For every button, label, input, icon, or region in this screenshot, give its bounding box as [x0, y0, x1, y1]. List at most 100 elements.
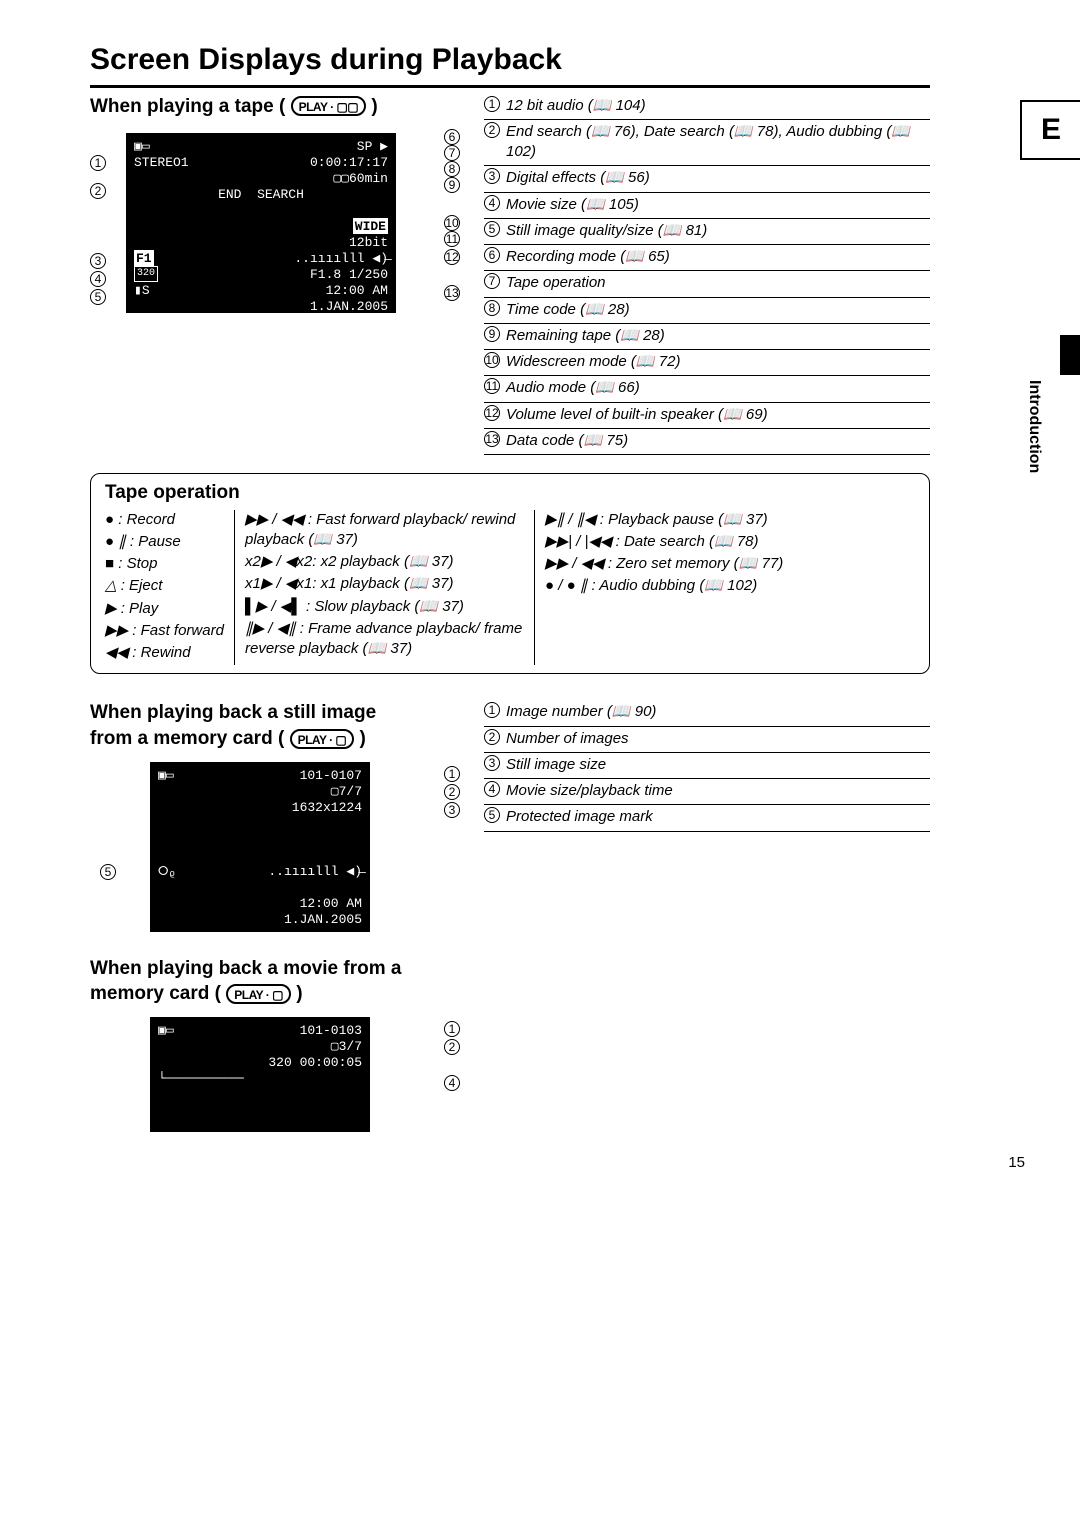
osd-icon: ▣▭	[158, 767, 174, 783]
def-num: 13	[484, 431, 500, 447]
still-playback-screen: ▣▭101-0107 ▢7/7 1632x1224 ⭘ᵨ..ıııılll ◀)…	[150, 762, 370, 932]
osd-wide: WIDE	[353, 218, 388, 234]
list-item: ● : Record	[105, 510, 226, 530]
def-num: 12	[484, 405, 500, 421]
list-item: ▶ : Play	[105, 599, 226, 619]
osd-end-search: END SEARCH	[218, 186, 304, 202]
sec1-heading: When playing a tape ( PLAY · ▢▢ )	[90, 94, 460, 120]
def-text: Audio mode (📖 66)	[506, 378, 930, 398]
def-text: Image number (📖 90)	[506, 702, 930, 722]
sec1-heading-suf: )	[371, 96, 377, 117]
osd-320: 320	[134, 266, 158, 282]
list-item: ■ : Stop	[105, 554, 226, 574]
play-tape-pill: PLAY · ▢▢	[291, 96, 367, 116]
callout-7: 7	[444, 145, 460, 161]
def-text: Digital effects (📖 56)	[506, 168, 930, 188]
list-item: ● ∥ : Pause	[105, 532, 226, 552]
tape-op-heading: Tape operation	[105, 480, 915, 506]
callout-5: 5	[90, 289, 106, 305]
osd-audio: STEREO1	[134, 154, 189, 170]
play-card-pill: PLAY · ▢	[290, 729, 355, 749]
def-text: 12 bit audio (📖 104)	[506, 96, 930, 116]
osd-date: 1.JAN.2005	[310, 298, 388, 314]
tape-operation-box: Tape operation ● : Record ● ∥ : Pause ■ …	[90, 473, 930, 674]
def-num: 4	[484, 195, 500, 211]
def-num: 3	[484, 168, 500, 184]
def-text: Widescreen mode (📖 72)	[506, 352, 930, 372]
osd-img-count: ▢7/7	[331, 783, 362, 799]
callout-13: 13	[444, 285, 460, 301]
list-item: ▶▶ : Fast forward	[105, 621, 226, 641]
page-title: Screen Displays during Playback	[90, 40, 930, 88]
callout-1: 1	[444, 766, 460, 782]
list-item: ▌▶ / ◀▌ : Slow playback (📖 37)	[245, 597, 524, 617]
sec2-heading-l1: When playing back a still image	[90, 700, 460, 726]
osd-progress: └──────────	[158, 1070, 244, 1086]
osd-volume: ..ıııılll ◀)̶	[294, 250, 388, 266]
def-num: 8	[484, 300, 500, 316]
callout-4: 4	[90, 271, 106, 287]
list-item: △ : Eject	[105, 576, 226, 596]
def-text: Still image size	[506, 755, 930, 775]
def-text: Tape operation	[506, 273, 930, 293]
list-item: ▶∥ / ∥◀ : Playback pause (📖 37)	[545, 510, 915, 530]
osd-time: 12:00 AM	[326, 282, 388, 298]
sec3-heading-l1: When playing back a movie from a	[90, 956, 460, 982]
osd-remaining: ▢▢60min	[333, 170, 388, 186]
def-text: Recording mode (📖 65)	[506, 247, 930, 267]
callout-2: 2	[444, 1039, 460, 1055]
tape-col-3: ▶∥ / ∥◀ : Playback pause (📖 37) ▶▶| / |◀…	[535, 510, 915, 666]
play-card-pill-2: PLAY · ▢	[226, 984, 291, 1004]
list-item: ▶▶ / ◀◀ : Zero set memory (📖 77)	[545, 554, 915, 574]
callout-5: 5	[100, 864, 116, 880]
language-marker: E	[1020, 100, 1080, 160]
osd-img-num: 101-0107	[300, 767, 362, 783]
tape-col-2: ▶▶ / ◀◀ : Fast forward playback/ rewind …	[235, 510, 535, 666]
def-num: 4	[484, 781, 500, 797]
callout-6: 6	[444, 129, 460, 145]
list-item: x1▶ / ◀x1: x1 playback (📖 37)	[245, 574, 524, 594]
page-number: 15	[1008, 1153, 1025, 1173]
def-text: Movie size/playback time	[506, 781, 930, 801]
osd-icon: ▣▭	[134, 138, 150, 154]
def-num: 9	[484, 326, 500, 342]
tape-playback-screen: ▣▭SP ▶ STEREO10:00:17:17 ▢▢60min END SEA…	[126, 133, 396, 313]
sec3-heading-pre: memory card (	[90, 983, 221, 1004]
list-item: ● / ● ∥ : Audio dubbing (📖 102)	[545, 576, 915, 596]
tape-col-1: ● : Record ● ∥ : Pause ■ : Stop △ : Ejec…	[105, 510, 235, 666]
def-num: 11	[484, 378, 500, 394]
def-text: Time code (📖 28)	[506, 300, 930, 320]
def-text: Volume level of built-in speaker (📖 69)	[506, 405, 930, 425]
callout-8: 8	[444, 161, 460, 177]
callout-3: 3	[90, 253, 106, 269]
osd-icon: ▣▭	[158, 1022, 174, 1038]
callout-3: 3	[444, 802, 460, 818]
def-num: 2	[484, 122, 500, 138]
list-item: ▶▶ / ◀◀ : Fast forward playback/ rewind …	[245, 510, 524, 551]
sec2-heading-suf: )	[360, 728, 366, 749]
sec2-definitions: 1Image number (📖 90) 2Number of images 3…	[484, 700, 930, 937]
def-num: 3	[484, 755, 500, 771]
callout-4: 4	[444, 1075, 460, 1091]
def-num: 5	[484, 221, 500, 237]
list-item: ∥▶ / ◀∥ : Frame advance playback/ frame …	[245, 619, 524, 660]
list-item: ▶▶| / |◀◀ : Date search (📖 78)	[545, 532, 915, 552]
sec3-heading-suf: )	[296, 983, 302, 1004]
list-item: ◀◀ : Rewind	[105, 643, 226, 663]
callout-2: 2	[90, 183, 106, 199]
callout-11: 11	[444, 231, 460, 247]
osd-mov-num: 101-0103	[300, 1022, 362, 1038]
sec1-definitions: 112 bit audio (📖 104) 2End search (📖 76)…	[484, 94, 930, 456]
def-num: 1	[484, 96, 500, 112]
osd-timecode: 0:00:17:17	[310, 154, 388, 170]
def-text: Data code (📖 75)	[506, 431, 930, 451]
osd-date: 1.JAN.2005	[284, 911, 362, 927]
osd-volume: ..ıııılll ◀)̶	[268, 863, 362, 879]
section-label: Introduction	[1023, 380, 1045, 473]
def-text: Movie size (📖 105)	[506, 195, 930, 215]
callout-9: 9	[444, 177, 460, 193]
callout-12: 12	[444, 249, 460, 265]
def-text: Protected image mark	[506, 807, 930, 827]
def-text: Remaining tape (📖 28)	[506, 326, 930, 346]
def-num: 2	[484, 729, 500, 745]
